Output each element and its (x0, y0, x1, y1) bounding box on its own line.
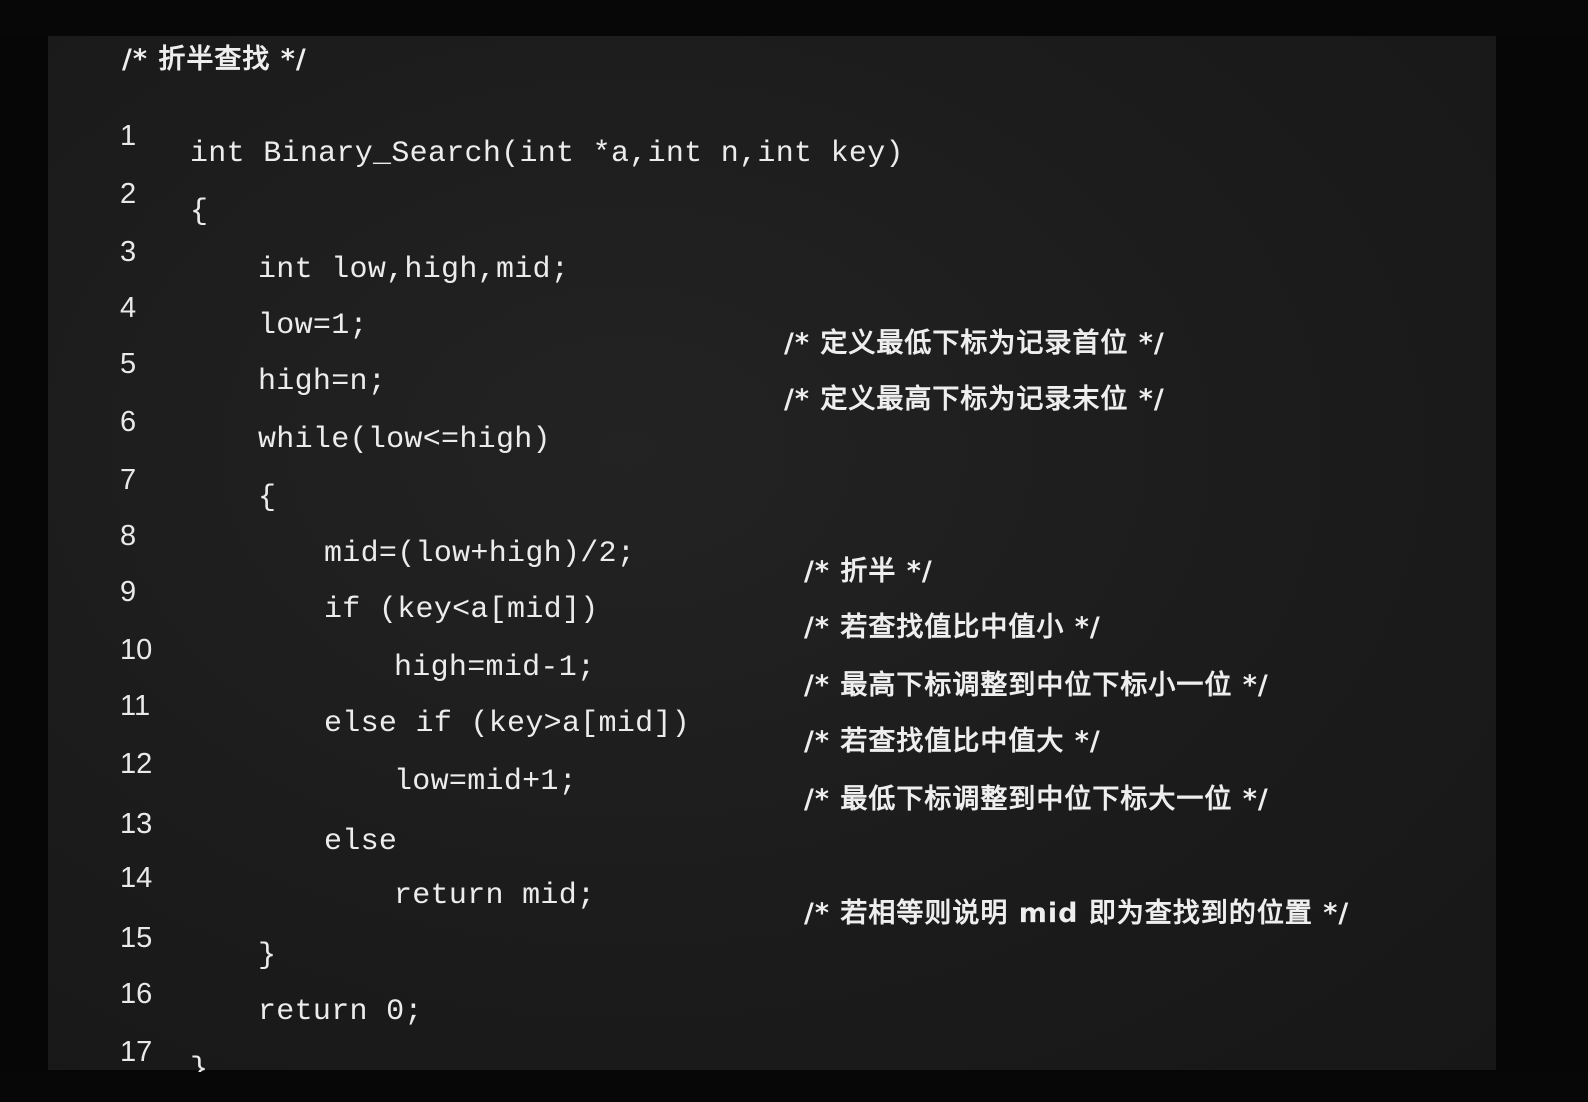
code-line: 6 while(low<=high) (48, 384, 1496, 457)
top-margin (0, 0, 1588, 36)
code-line: 5 high=n; /* 定义最高下标为记录末位 */ (48, 326, 1496, 415)
code-line: 1 int Binary_Search(int *a,int n,int key… (48, 98, 1496, 171)
code-line: 17 } (48, 1014, 1496, 1087)
code-line: 13 else (48, 786, 1496, 859)
line-number: 1 (120, 120, 137, 152)
code-line: 12 low=mid+1; /* 最低下标调整到中位下标大一位 */ (48, 726, 1496, 815)
code-line: 9 if (key<a[mid]) /* 若查找值比中值小 */ (48, 554, 1496, 643)
code-line: 14 return mid; /* 若相等则说明 mid 即为查找到的位置 */ (48, 840, 1496, 929)
line-number: 9 (120, 576, 137, 608)
line-number: 14 (120, 862, 153, 894)
code-line: 11 else if (key>a[mid]) /* 若查找值比中值大 */ (48, 668, 1496, 757)
listing-title-comment: /* 折半查找 */ (122, 44, 307, 75)
line-number: 16 (120, 978, 153, 1010)
line-number: 11 (120, 690, 151, 722)
page: /* 折半查找 */ 1 int Binary_Search(int *a,in… (0, 0, 1588, 1102)
line-number: 15 (120, 922, 153, 954)
code-line: 2 { (48, 156, 1496, 229)
code-line: 8 mid=(low+high)/2; /* 折半 */ (48, 498, 1496, 587)
line-number: 6 (120, 406, 137, 438)
code-line: 15 } (48, 900, 1496, 973)
line-number: 5 (120, 348, 137, 380)
line-number: 8 (120, 520, 137, 552)
line-number: 10 (120, 634, 153, 666)
bottom-margin (0, 1072, 1588, 1102)
code-line: 7 { (48, 442, 1496, 515)
code-listing: /* 折半查找 */ 1 int Binary_Search(int *a,in… (48, 36, 1496, 1087)
line-number: 17 (120, 1036, 153, 1068)
line-number: 13 (120, 808, 153, 840)
line-number: 2 (120, 178, 137, 210)
code-line: 3 int low,high,mid; (48, 214, 1496, 287)
code-line: 10 high=mid-1; /* 最高下标调整到中位下标小一位 */ (48, 612, 1496, 701)
line-number: 7 (120, 464, 137, 496)
line-number: 4 (120, 292, 137, 324)
line-number: 3 (120, 236, 137, 268)
line-number: 12 (120, 748, 153, 780)
code-line: 16 return 0; (48, 956, 1496, 1029)
code-line: 4 low=1; /* 定义最低下标为记录首位 */ (48, 270, 1496, 359)
